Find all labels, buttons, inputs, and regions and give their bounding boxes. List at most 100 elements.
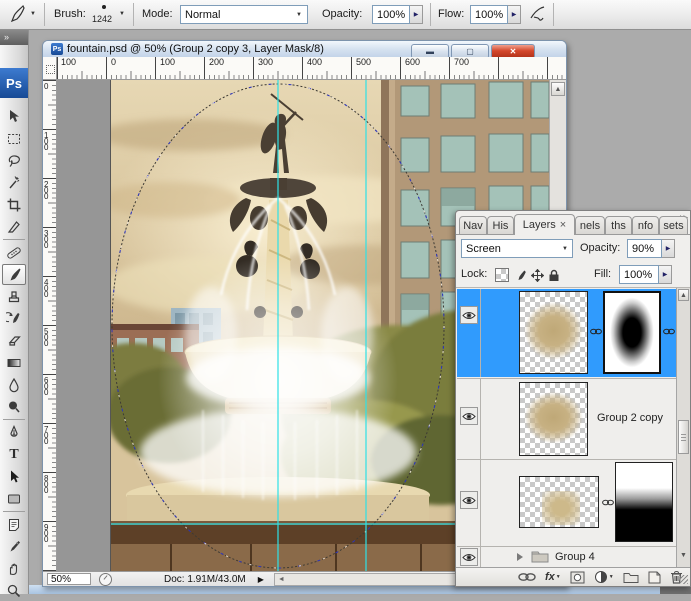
path-selection-tool-icon[interactable]	[2, 466, 26, 487]
ruler-origin-box[interactable]	[43, 57, 57, 80]
scroll-up-arrow[interactable]: ▲	[551, 82, 565, 96]
visibility-toggle[interactable]	[460, 491, 478, 509]
marquee-tool-icon[interactable]	[2, 128, 26, 149]
tab-layers[interactable]: Layers ×	[514, 214, 575, 235]
healing-brush-tool-icon[interactable]	[2, 242, 26, 263]
lock-pixels-icon[interactable]	[513, 268, 527, 282]
panel-scroll-thumb[interactable]	[678, 420, 689, 454]
tab-navigator[interactable]: Nav	[459, 216, 487, 235]
tab-close-icon[interactable]: ×	[560, 219, 566, 231]
dodge-tool-icon[interactable]	[2, 396, 26, 417]
brush-dropdown-arrow[interactable]: ▼	[119, 11, 125, 17]
blend-mode-select[interactable]: Screen ▼	[461, 239, 573, 258]
layer-opacity-input[interactable]: 90%	[627, 239, 662, 258]
tab-presets[interactable]: sets	[659, 216, 688, 235]
tool-palette: » Ps T	[0, 30, 29, 597]
layer-thumbnail[interactable]	[519, 291, 588, 374]
panel-bottom-bar: fx ▼ ▼	[456, 567, 690, 586]
options-bar: ▼ Brush: 1242 ▼ Mode: Normal ▼ Opacity: …	[0, 0, 691, 30]
eyedropper-tool-icon[interactable]	[2, 536, 26, 557]
new-layer-icon[interactable]	[648, 571, 661, 584]
flow-input[interactable]: 100%	[470, 5, 508, 24]
palette-collapse-button[interactable]: »	[0, 30, 28, 45]
lasso-tool-icon[interactable]	[2, 150, 26, 171]
lock-transparency-icon[interactable]	[495, 268, 509, 282]
eraser-tool-icon[interactable]	[2, 330, 26, 351]
divider	[480, 289, 481, 377]
tool-preset-brush-icon[interactable]	[7, 4, 27, 29]
opacity-slider-arrow[interactable]: ▶	[410, 5, 423, 24]
layer-name[interactable]: Group 2 copy	[597, 412, 663, 424]
layer-style-icon[interactable]: fx ▼	[545, 571, 561, 583]
visibility-toggle[interactable]	[460, 548, 478, 566]
tab-label: nels	[579, 220, 601, 232]
ruler-label: 200	[209, 57, 225, 67]
separator	[430, 3, 431, 26]
layer-mask-thumbnail[interactable]	[603, 291, 661, 374]
tab-label: ths	[611, 220, 626, 232]
layer-thumbnail[interactable]	[519, 476, 599, 528]
layer-mask-thumbnail[interactable]	[615, 462, 673, 542]
tab-info[interactable]: nfo	[632, 216, 659, 235]
ruler-label: 400	[307, 57, 323, 67]
horizontal-ruler[interactable]: 100 0 100 200 300 400 500 600 700	[57, 57, 566, 80]
group-name[interactable]: Group 4	[555, 551, 595, 563]
status-menu-arrow[interactable]: ▶	[258, 575, 264, 584]
panel-resize-grip[interactable]	[679, 575, 688, 584]
magic-wand-tool-icon[interactable]	[2, 172, 26, 193]
zoom-tool-icon[interactable]	[2, 580, 26, 601]
clone-stamp-tool-icon[interactable]	[2, 286, 26, 307]
tab-label: Nav	[463, 220, 483, 232]
layer-row-selected[interactable]	[457, 289, 677, 377]
layer-row[interactable]: Group 2 copy	[457, 379, 677, 459]
layer-row[interactable]	[457, 460, 677, 546]
tab-label: His	[492, 220, 509, 232]
blur-tool-icon[interactable]	[2, 374, 26, 395]
visibility-toggle[interactable]	[460, 407, 478, 425]
hand-tool-icon[interactable]	[2, 558, 26, 579]
link-layers-icon[interactable]	[518, 572, 536, 582]
adjustment-layer-icon[interactable]: ▼	[594, 570, 614, 584]
blend-mode-value: Screen	[466, 242, 501, 255]
lock-all-icon[interactable]	[547, 268, 561, 282]
visibility-toggle[interactable]	[460, 306, 478, 324]
pen-tool-icon[interactable]	[2, 422, 26, 443]
notes-tool-icon[interactable]	[2, 514, 26, 535]
eye-icon	[462, 412, 476, 420]
tab-paths[interactable]: ths	[605, 216, 632, 235]
tab-channels[interactable]: nels	[575, 216, 605, 235]
brush-tool-icon[interactable]	[2, 264, 26, 285]
flow-slider-arrow[interactable]: ▶	[508, 5, 521, 24]
vertical-ruler[interactable]: 0 100 200 300 400 500 600 700 800 900	[43, 80, 57, 571]
fill-arrow[interactable]: ▶	[659, 265, 672, 284]
scroll-left-arrow[interactable]: ◄	[278, 576, 285, 583]
move-tool-icon[interactable]	[2, 106, 26, 127]
zoom-field[interactable]: 50%	[47, 573, 91, 585]
opacity-input[interactable]: 100%	[372, 5, 410, 24]
lock-position-icon[interactable]	[530, 268, 544, 282]
mode-select[interactable]: Normal ▼	[180, 5, 308, 24]
shape-tool-icon[interactable]	[2, 488, 26, 509]
expand-triangle-icon[interactable]	[517, 553, 523, 561]
tab-histogram[interactable]: His	[487, 216, 514, 235]
airbrush-icon[interactable]	[528, 4, 548, 29]
brush-tip-preview[interactable]	[102, 5, 106, 9]
gradient-tool-icon[interactable]	[2, 352, 26, 373]
new-group-icon[interactable]	[623, 571, 639, 583]
crop-tool-icon[interactable]	[2, 194, 26, 215]
tool-preset-dropdown-arrow[interactable]: ▼	[30, 11, 36, 17]
add-layer-mask-icon[interactable]	[570, 571, 585, 584]
panel-scroll-down[interactable]: ▼	[678, 549, 689, 561]
panel-scrollbar[interactable]: ▲ ▼	[676, 288, 690, 569]
separator	[133, 3, 134, 26]
ruler-label: 0	[111, 57, 117, 67]
opacity-label: Opacity:	[580, 242, 621, 254]
fill-input[interactable]: 100%	[619, 265, 659, 284]
panel-scroll-up[interactable]: ▲	[678, 289, 689, 301]
type-tool-icon[interactable]: T	[2, 444, 26, 465]
layer-group-row[interactable]: Group 4	[457, 547, 677, 568]
history-brush-tool-icon[interactable]	[2, 308, 26, 329]
layer-opacity-arrow[interactable]: ▶	[662, 239, 675, 258]
slice-tool-icon[interactable]	[2, 216, 26, 237]
layer-thumbnail[interactable]	[519, 382, 588, 456]
